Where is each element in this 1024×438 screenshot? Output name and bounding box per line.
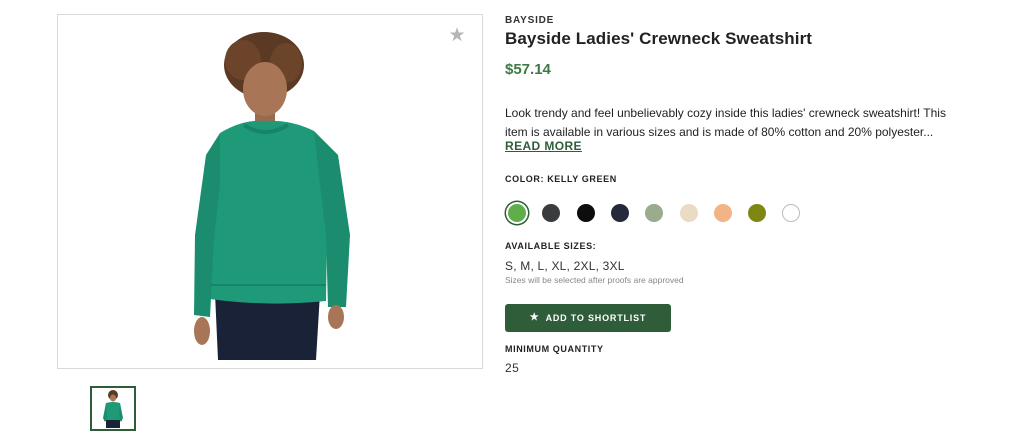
color-swatch-charcoal[interactable] <box>542 204 561 222</box>
favorite-star-icon[interactable]: ★ <box>447 26 467 46</box>
available-sizes: S, M, L, XL, 2XL, 3XL <box>505 259 625 273</box>
color-swatch-olive[interactable] <box>748 204 767 222</box>
star-icon: ★ <box>529 312 540 323</box>
product-description: Look trendy and feel unbelievably cozy i… <box>505 106 946 139</box>
color-swatch-peach[interactable] <box>713 204 732 222</box>
product-image[interactable]: ★ <box>57 14 483 369</box>
brand-name: BAYSIDE <box>505 15 555 26</box>
color-swatch-sage[interactable] <box>645 204 664 222</box>
thumbnail-photo <box>103 390 123 428</box>
product-price: $57.14 <box>505 61 551 78</box>
add-to-shortlist-button[interactable]: ★ ADD TO SHORTLIST <box>505 304 671 332</box>
color-swatches <box>505 201 825 225</box>
sizes-note: Sizes will be selected after proofs are … <box>505 275 684 285</box>
product-title: Bayside Ladies' Crewneck Sweatshirt <box>505 29 813 48</box>
color-swatch-cream[interactable] <box>679 204 698 222</box>
shortlist-button-label: ADD TO SHORTLIST <box>545 313 647 323</box>
minimum-quantity-value: 25 <box>505 361 520 375</box>
color-swatch-black[interactable] <box>576 204 595 222</box>
sizes-label: AVAILABLE SIZES: <box>505 241 597 251</box>
color-swatch-kelly-green[interactable] <box>508 204 526 222</box>
minimum-quantity-label: MINIMUM QUANTITY <box>505 344 604 354</box>
color-swatch-navy[interactable] <box>610 204 629 222</box>
read-more-link[interactable]: READ MORE <box>505 139 582 153</box>
color-swatch-white[interactable] <box>782 204 801 222</box>
model-photo <box>194 32 350 360</box>
thumbnail-image[interactable] <box>90 386 136 431</box>
color-label: COLOR: KELLY GREEN <box>505 174 617 184</box>
